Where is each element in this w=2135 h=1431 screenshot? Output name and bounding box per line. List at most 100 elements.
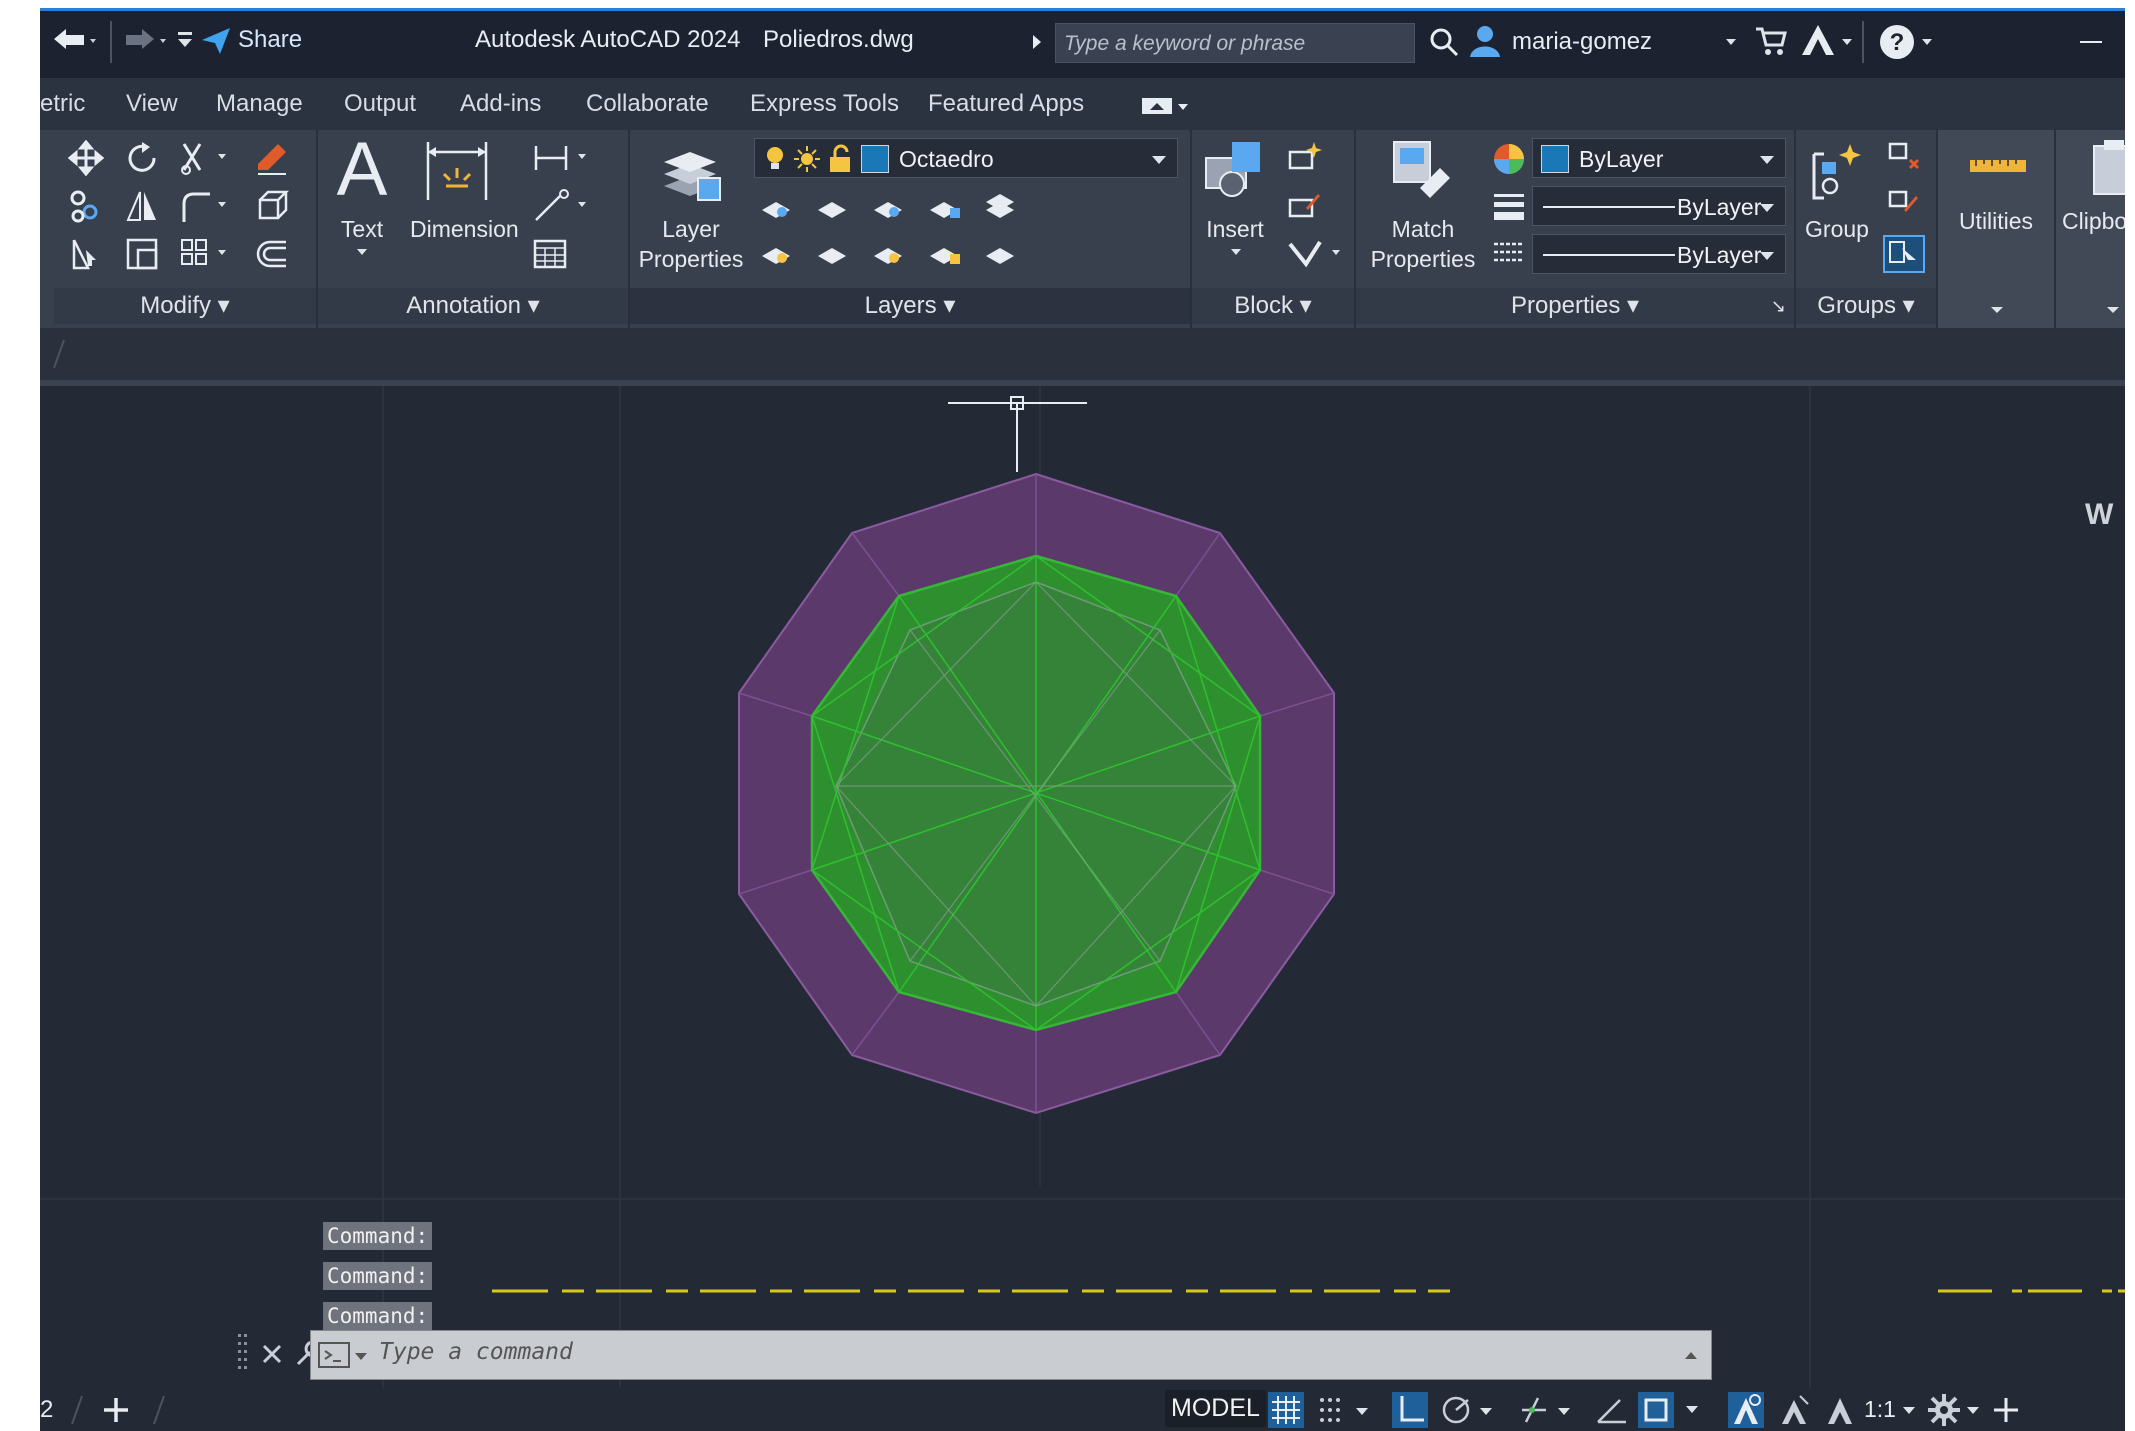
settings-dropdown-icon[interactable] bbox=[1966, 1406, 1980, 1416]
drawing-canvas[interactable]: W Command: Command: Command: bbox=[40, 386, 2125, 1406]
layout-tab-fragment[interactable]: 2 bbox=[40, 1396, 53, 1424]
a360-dropdown-icon[interactable] bbox=[1840, 37, 1854, 47]
chevron-right-icon[interactable] bbox=[1030, 33, 1044, 51]
share-button[interactable]: Share bbox=[238, 25, 302, 55]
annotation-scale-icon[interactable] bbox=[1822, 1394, 1858, 1426]
tab-view[interactable]: View bbox=[126, 90, 178, 118]
array-icon[interactable] bbox=[178, 236, 228, 272]
lineweight-icon[interactable] bbox=[1492, 190, 1526, 224]
match-properties-label-2[interactable]: Properties bbox=[1364, 244, 1482, 274]
command-prompt-icon[interactable] bbox=[317, 1341, 371, 1369]
text-button[interactable]: Text bbox=[332, 214, 392, 244]
help-icon[interactable]: ? bbox=[1878, 23, 1916, 61]
dropdown-icon[interactable] bbox=[1230, 248, 1242, 256]
tab-express-tools[interactable]: Express Tools bbox=[750, 90, 899, 118]
rotate-icon[interactable] bbox=[124, 140, 160, 176]
tab-add-ins[interactable]: Add-ins bbox=[460, 90, 541, 118]
group-selection-icon[interactable] bbox=[1882, 234, 1926, 274]
dimension-button[interactable]: Dimension bbox=[410, 214, 519, 244]
match-properties-icon[interactable] bbox=[1390, 138, 1456, 208]
object-snap-icon[interactable] bbox=[1638, 1392, 1708, 1428]
match-properties-label-1[interactable]: Match bbox=[1370, 214, 1476, 244]
inner-polyhedron[interactable] bbox=[810, 554, 1262, 1032]
auto-scale-icon[interactable] bbox=[1776, 1394, 1812, 1426]
tab-manage[interactable]: Manage bbox=[216, 90, 303, 118]
create-block-icon[interactable] bbox=[1286, 140, 1322, 176]
tab-collaborate[interactable]: Collaborate bbox=[586, 90, 709, 118]
ungroup-icon[interactable] bbox=[1886, 140, 1922, 176]
clipboard-button[interactable]: Clipbo bbox=[2062, 206, 2125, 236]
add-layout-icon[interactable] bbox=[100, 1394, 132, 1426]
layer-tools-row2-icon[interactable] bbox=[758, 234, 1138, 270]
help-dropdown-icon[interactable] bbox=[1920, 37, 1934, 47]
table-icon[interactable] bbox=[532, 236, 568, 272]
user-name[interactable]: maria-gomez bbox=[1512, 27, 1652, 57]
tab-featured-apps[interactable]: Featured Apps bbox=[928, 90, 1084, 118]
ribbon-minimize-icon[interactable] bbox=[1140, 96, 1190, 116]
block-attribute-icon[interactable] bbox=[1286, 236, 1346, 272]
dialog-launcher-icon[interactable]: ↘ bbox=[1771, 288, 1786, 324]
undo-icon[interactable] bbox=[50, 27, 100, 57]
share-icon[interactable] bbox=[200, 25, 232, 57]
isodraft-icon[interactable] bbox=[1594, 1394, 1630, 1426]
grid-icon[interactable] bbox=[1268, 1392, 1304, 1428]
annotation-visibility-icon[interactable] bbox=[1728, 1392, 1764, 1428]
lineweight-combo[interactable]: ByLayer bbox=[1532, 186, 1786, 226]
group-button[interactable]: Group bbox=[1798, 214, 1876, 244]
search-icon[interactable] bbox=[1428, 26, 1460, 58]
edit-block-icon[interactable] bbox=[1286, 188, 1322, 224]
user-dropdown-icon[interactable] bbox=[1724, 37, 1738, 47]
linear-dimension-icon[interactable] bbox=[532, 140, 592, 176]
erase-icon[interactable] bbox=[254, 140, 290, 176]
move-icon[interactable] bbox=[68, 140, 104, 176]
customize-plus-icon[interactable] bbox=[1990, 1394, 2022, 1426]
command-input[interactable]: Type a command bbox=[310, 1330, 1712, 1380]
leader-icon[interactable] bbox=[532, 188, 592, 224]
clipboard-icon[interactable] bbox=[2090, 138, 2125, 198]
search-input[interactable]: Type a keyword or phrase bbox=[1055, 23, 1415, 63]
dropdown-icon[interactable] bbox=[356, 248, 368, 256]
customize-quick-access-icon[interactable] bbox=[175, 29, 195, 53]
dimension-icon[interactable] bbox=[424, 138, 490, 204]
group-edit-icon[interactable] bbox=[1886, 188, 1922, 224]
panel-title-block[interactable]: Block ▾ bbox=[1192, 288, 1354, 324]
panel-title-annotation[interactable]: Annotation ▾ bbox=[318, 288, 628, 324]
stretch-icon[interactable] bbox=[68, 236, 104, 272]
insert-block-icon[interactable] bbox=[1202, 138, 1268, 208]
linetype-icon[interactable] bbox=[1492, 236, 1526, 270]
layer-tools-row1-icon[interactable] bbox=[758, 188, 1138, 224]
model-space[interactable]: W bbox=[40, 386, 2125, 1406]
close-icon[interactable] bbox=[260, 1342, 284, 1366]
tab-parametric[interactable]: etric bbox=[40, 90, 85, 118]
trim-icon[interactable] bbox=[178, 140, 228, 176]
scale-icon[interactable] bbox=[124, 236, 160, 272]
panel-title-groups[interactable]: Groups ▾ bbox=[1796, 288, 1936, 324]
ortho-icon[interactable] bbox=[1392, 1392, 1428, 1428]
layer-properties-label-2[interactable]: Properties bbox=[632, 244, 750, 274]
redo-icon[interactable] bbox=[122, 27, 172, 57]
linetype-combo[interactable]: ByLayer bbox=[1532, 234, 1786, 274]
group-icon[interactable] bbox=[1808, 140, 1868, 206]
minimize-icon[interactable] bbox=[2080, 41, 2102, 43]
copy-icon[interactable] bbox=[68, 188, 104, 224]
dropdown-icon[interactable] bbox=[2106, 306, 2120, 314]
command-grip-icon[interactable] bbox=[236, 1330, 250, 1376]
panel-title-layers[interactable]: Layers ▾ bbox=[630, 288, 1190, 324]
command-history-toggle-icon[interactable] bbox=[1683, 1349, 1699, 1361]
object-snap-tracking-icon[interactable] bbox=[1518, 1394, 1576, 1426]
autodesk-a360-icon[interactable] bbox=[1800, 23, 1836, 57]
layer-properties-label-1[interactable]: Layer bbox=[638, 214, 744, 244]
layer-properties-icon[interactable] bbox=[658, 140, 724, 210]
viewcube-fragment[interactable]: W bbox=[2085, 498, 2114, 531]
model-space-toggle[interactable]: MODEL bbox=[1165, 1390, 1266, 1427]
panel-title-properties[interactable]: Properties ▾ ↘ bbox=[1356, 288, 1794, 324]
panel-title-modify[interactable]: Modify ▾ bbox=[54, 288, 316, 324]
solidedit-icon[interactable] bbox=[254, 188, 290, 224]
color-wheel-icon[interactable] bbox=[1492, 142, 1526, 176]
settings-gear-icon[interactable] bbox=[1926, 1392, 1962, 1428]
scale-dropdown-icon[interactable] bbox=[1902, 1406, 1916, 1416]
insert-button[interactable]: Insert bbox=[1198, 214, 1272, 244]
color-combo[interactable]: ByLayer bbox=[1532, 138, 1786, 178]
polar-tracking-icon[interactable] bbox=[1440, 1394, 1498, 1426]
layer-combo[interactable]: Octaedro bbox=[754, 138, 1178, 178]
